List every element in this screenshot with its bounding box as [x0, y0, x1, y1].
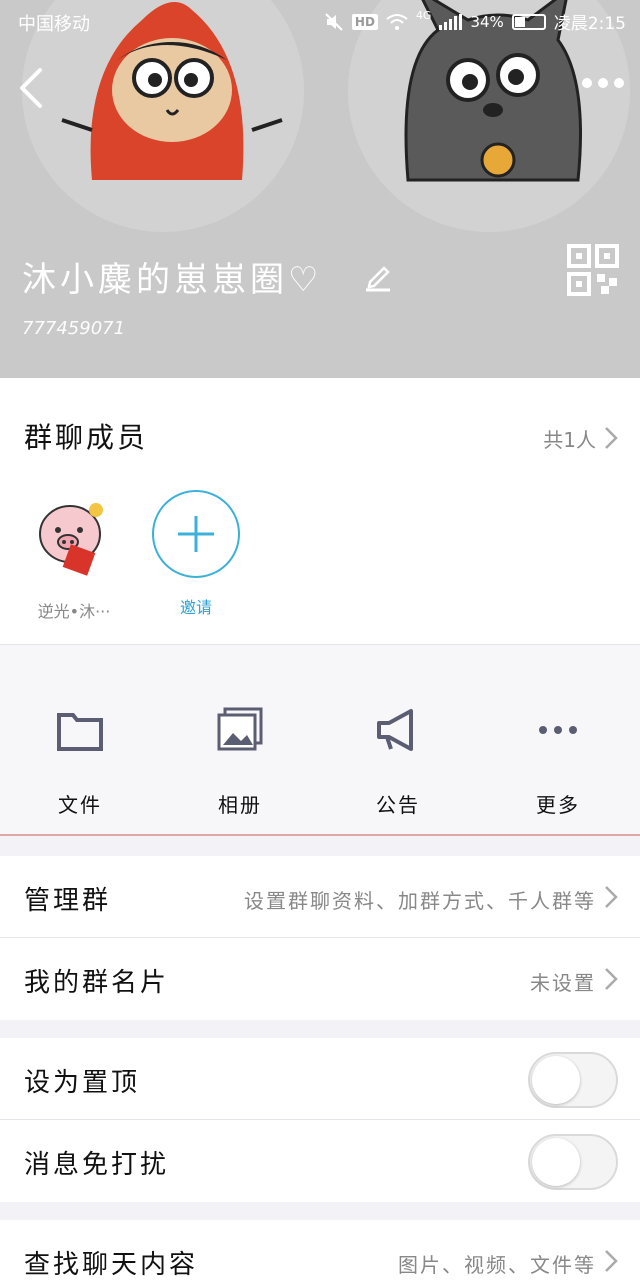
- folder-icon: [57, 713, 103, 751]
- qr-code-icon[interactable]: [567, 244, 619, 296]
- edit-icon[interactable]: [364, 262, 392, 292]
- feature-album[interactable]: 相册: [180, 705, 300, 818]
- feature-label: 文件: [58, 793, 102, 817]
- chevron-right-icon[interactable]: [604, 426, 618, 450]
- group-profile-page: 中国移动 HD 4G 34% 凌晨2:15 沐小麋的崽崽圈♡ 777459071…: [0, 0, 640, 1280]
- feature-files[interactable]: 文件: [20, 705, 140, 818]
- megaphone-icon: [377, 709, 413, 751]
- status-bar: 中国移动 HD 4G 34% 凌晨2:15: [0, 0, 640, 40]
- group-id: 777459071: [22, 318, 126, 339]
- chevron-right-icon: [605, 1250, 618, 1272]
- feature-label: 公告: [376, 793, 420, 817]
- search-chat-row[interactable]: 查找聊天内容 图片、视频、文件等: [0, 1220, 640, 1280]
- toggle-knob: [532, 1138, 580, 1186]
- chevron-right-icon: [605, 886, 618, 908]
- feature-more[interactable]: 更多: [498, 705, 618, 818]
- member-avatar[interactable]: 逆光•沐···: [30, 490, 118, 622]
- row-label: 管理群: [24, 886, 112, 916]
- chevron-right-icon: [605, 968, 618, 990]
- row-label: 我的群名片: [24, 968, 170, 998]
- members-section: 群聊成员 共1人 逆光•沐··· 邀请: [0, 378, 640, 644]
- row-label: 设为置顶: [24, 1068, 141, 1098]
- pig-avatar-icon: [39, 503, 103, 576]
- pin-top-toggle[interactable]: [528, 1052, 618, 1108]
- battery-percent: 34%: [470, 12, 504, 31]
- battery-icon: [511, 13, 546, 30]
- more-icon: [539, 726, 577, 734]
- feature-label: 更多: [536, 793, 580, 817]
- invite-label: 邀请: [179, 598, 212, 617]
- back-icon[interactable]: [18, 66, 44, 110]
- signal-icon: [439, 13, 463, 30]
- group-name: 沐小麋的崽崽圈♡: [22, 260, 323, 300]
- hd-badge: HD: [351, 13, 378, 30]
- feature-label: 相册: [218, 793, 262, 817]
- group-header: 中国移动 HD 4G 34% 凌晨2:15 沐小麋的崽崽圈♡ 777459071: [0, 0, 640, 378]
- row-label: 消息免打扰: [24, 1150, 170, 1180]
- album-icon: [217, 707, 263, 751]
- toggle-knob: [532, 1056, 580, 1104]
- wifi-icon: [386, 13, 408, 30]
- row-label: 查找聊天内容: [24, 1250, 199, 1280]
- do-not-disturb-toggle[interactable]: [528, 1134, 618, 1190]
- row-value: 设置群聊资料、加群方式、千人群等: [244, 889, 596, 913]
- manage-group-row[interactable]: 管理群 设置群聊资料、加群方式、千人群等: [0, 856, 640, 938]
- more-options-icon[interactable]: [582, 78, 624, 88]
- clock-time: 凌晨2:15: [553, 14, 626, 34]
- member-name: 逆光•沐···: [37, 602, 111, 621]
- row-value: 图片、视频、文件等: [398, 1253, 596, 1277]
- invite-button[interactable]: 邀请: [152, 490, 240, 618]
- members-count[interactable]: 共1人: [543, 424, 596, 453]
- row-value: 未设置: [530, 971, 596, 995]
- members-title[interactable]: 群聊成员: [24, 416, 148, 456]
- plus-icon: [178, 516, 214, 552]
- invite-circle[interactable]: [152, 490, 240, 578]
- features-grid: 文件 相册 公告 更多: [0, 644, 640, 836]
- carrier-label: 中国移动: [18, 14, 90, 35]
- pin-top-row: 设为置顶: [0, 1038, 640, 1120]
- group-card-row[interactable]: 我的群名片 未设置: [0, 938, 640, 1020]
- feature-announcement[interactable]: 公告: [338, 705, 458, 818]
- do-not-disturb-row: 消息免打扰: [0, 1120, 640, 1202]
- network-type-label: 4G: [415, 9, 432, 22]
- mute-icon: [325, 12, 343, 31]
